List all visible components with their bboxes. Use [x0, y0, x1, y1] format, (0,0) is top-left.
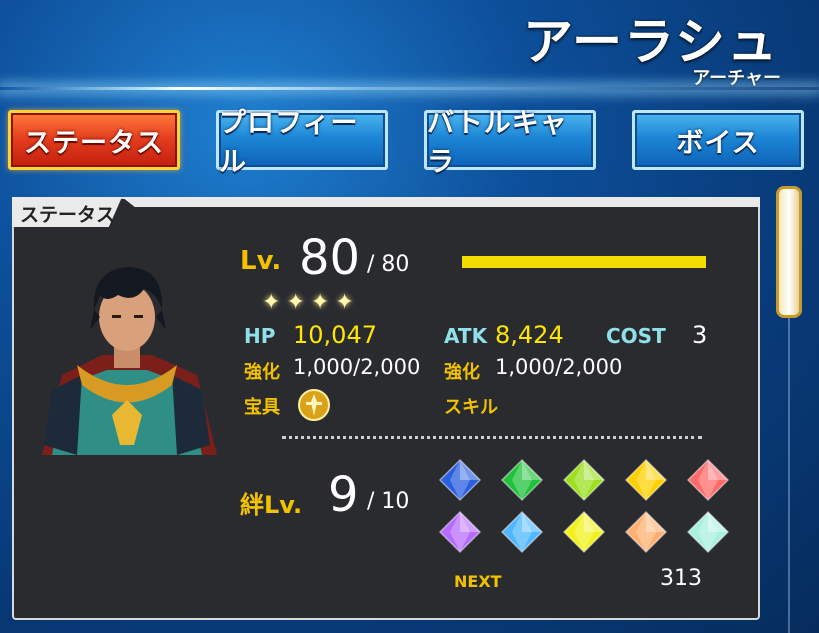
hp-value: 10,047	[293, 321, 377, 349]
star-icon: ✦	[335, 290, 360, 315]
hp-enhance-value: 1,000/2,000	[293, 355, 421, 379]
tab-voice[interactable]: ボイス	[632, 110, 804, 170]
star-icon: ✦	[262, 290, 287, 315]
character-portrait	[42, 267, 217, 455]
level-progress-fill	[462, 256, 706, 268]
next-label: NEXT	[454, 572, 502, 591]
hp-enhance-label: 強化	[244, 362, 280, 383]
bond-level-value: 9	[328, 467, 359, 523]
bond-gem-icon	[438, 510, 482, 554]
scrollbar-track	[788, 318, 790, 633]
atk-value: 8,424	[495, 321, 564, 349]
next-value: 313	[660, 566, 702, 591]
tab-status[interactable]: ステータス	[8, 110, 180, 170]
bond-gem-icon	[438, 458, 482, 502]
atk-enhance-value: 1,000/2,000	[495, 355, 623, 379]
header-light-beam	[0, 87, 819, 90]
noble-phantasm-icon[interactable]	[297, 388, 331, 422]
bond-level-label: 絆Lv.	[240, 491, 303, 519]
cost-label: COST	[606, 324, 666, 348]
tab-profile[interactable]: プロフィール	[216, 108, 388, 178]
level-label: Lv.	[240, 246, 282, 276]
bond-gem-icon	[562, 458, 606, 502]
bond-gem-icon	[562, 510, 606, 554]
bond-gem-icon	[686, 458, 730, 502]
header: アーラシュ アーチャー	[0, 0, 819, 100]
level-progress-bar	[462, 256, 706, 268]
bond-level-max: / 10	[367, 489, 410, 514]
skill-label: スキル	[444, 397, 498, 418]
cost-value: 3	[692, 321, 708, 349]
hp-label: HP	[244, 324, 276, 348]
panel-title: ステータス	[20, 204, 116, 226]
bond-gem-icon	[500, 458, 544, 502]
atk-label: ATK	[444, 324, 488, 348]
panel-header-bar	[122, 197, 760, 207]
bond-gem-icon	[624, 458, 668, 502]
bond-gem-icon	[624, 510, 668, 554]
bond-gem-icon	[686, 510, 730, 554]
star-icon: ✦	[310, 290, 336, 315]
noble-phantasm-label: 宝具	[244, 397, 280, 418]
level-value: 80	[299, 230, 361, 286]
atk-enhance-label: 強化	[444, 362, 480, 383]
rarity-stars: ✦✦✦✦	[262, 290, 360, 315]
scrollbar-thumb[interactable]	[776, 186, 802, 318]
tab-battle-character[interactable]: バトルキャラ	[424, 108, 596, 178]
level-max: / 80	[367, 252, 410, 277]
bond-gem-icon	[500, 510, 544, 554]
section-divider	[282, 436, 702, 439]
star-icon: ✦	[286, 290, 311, 315]
